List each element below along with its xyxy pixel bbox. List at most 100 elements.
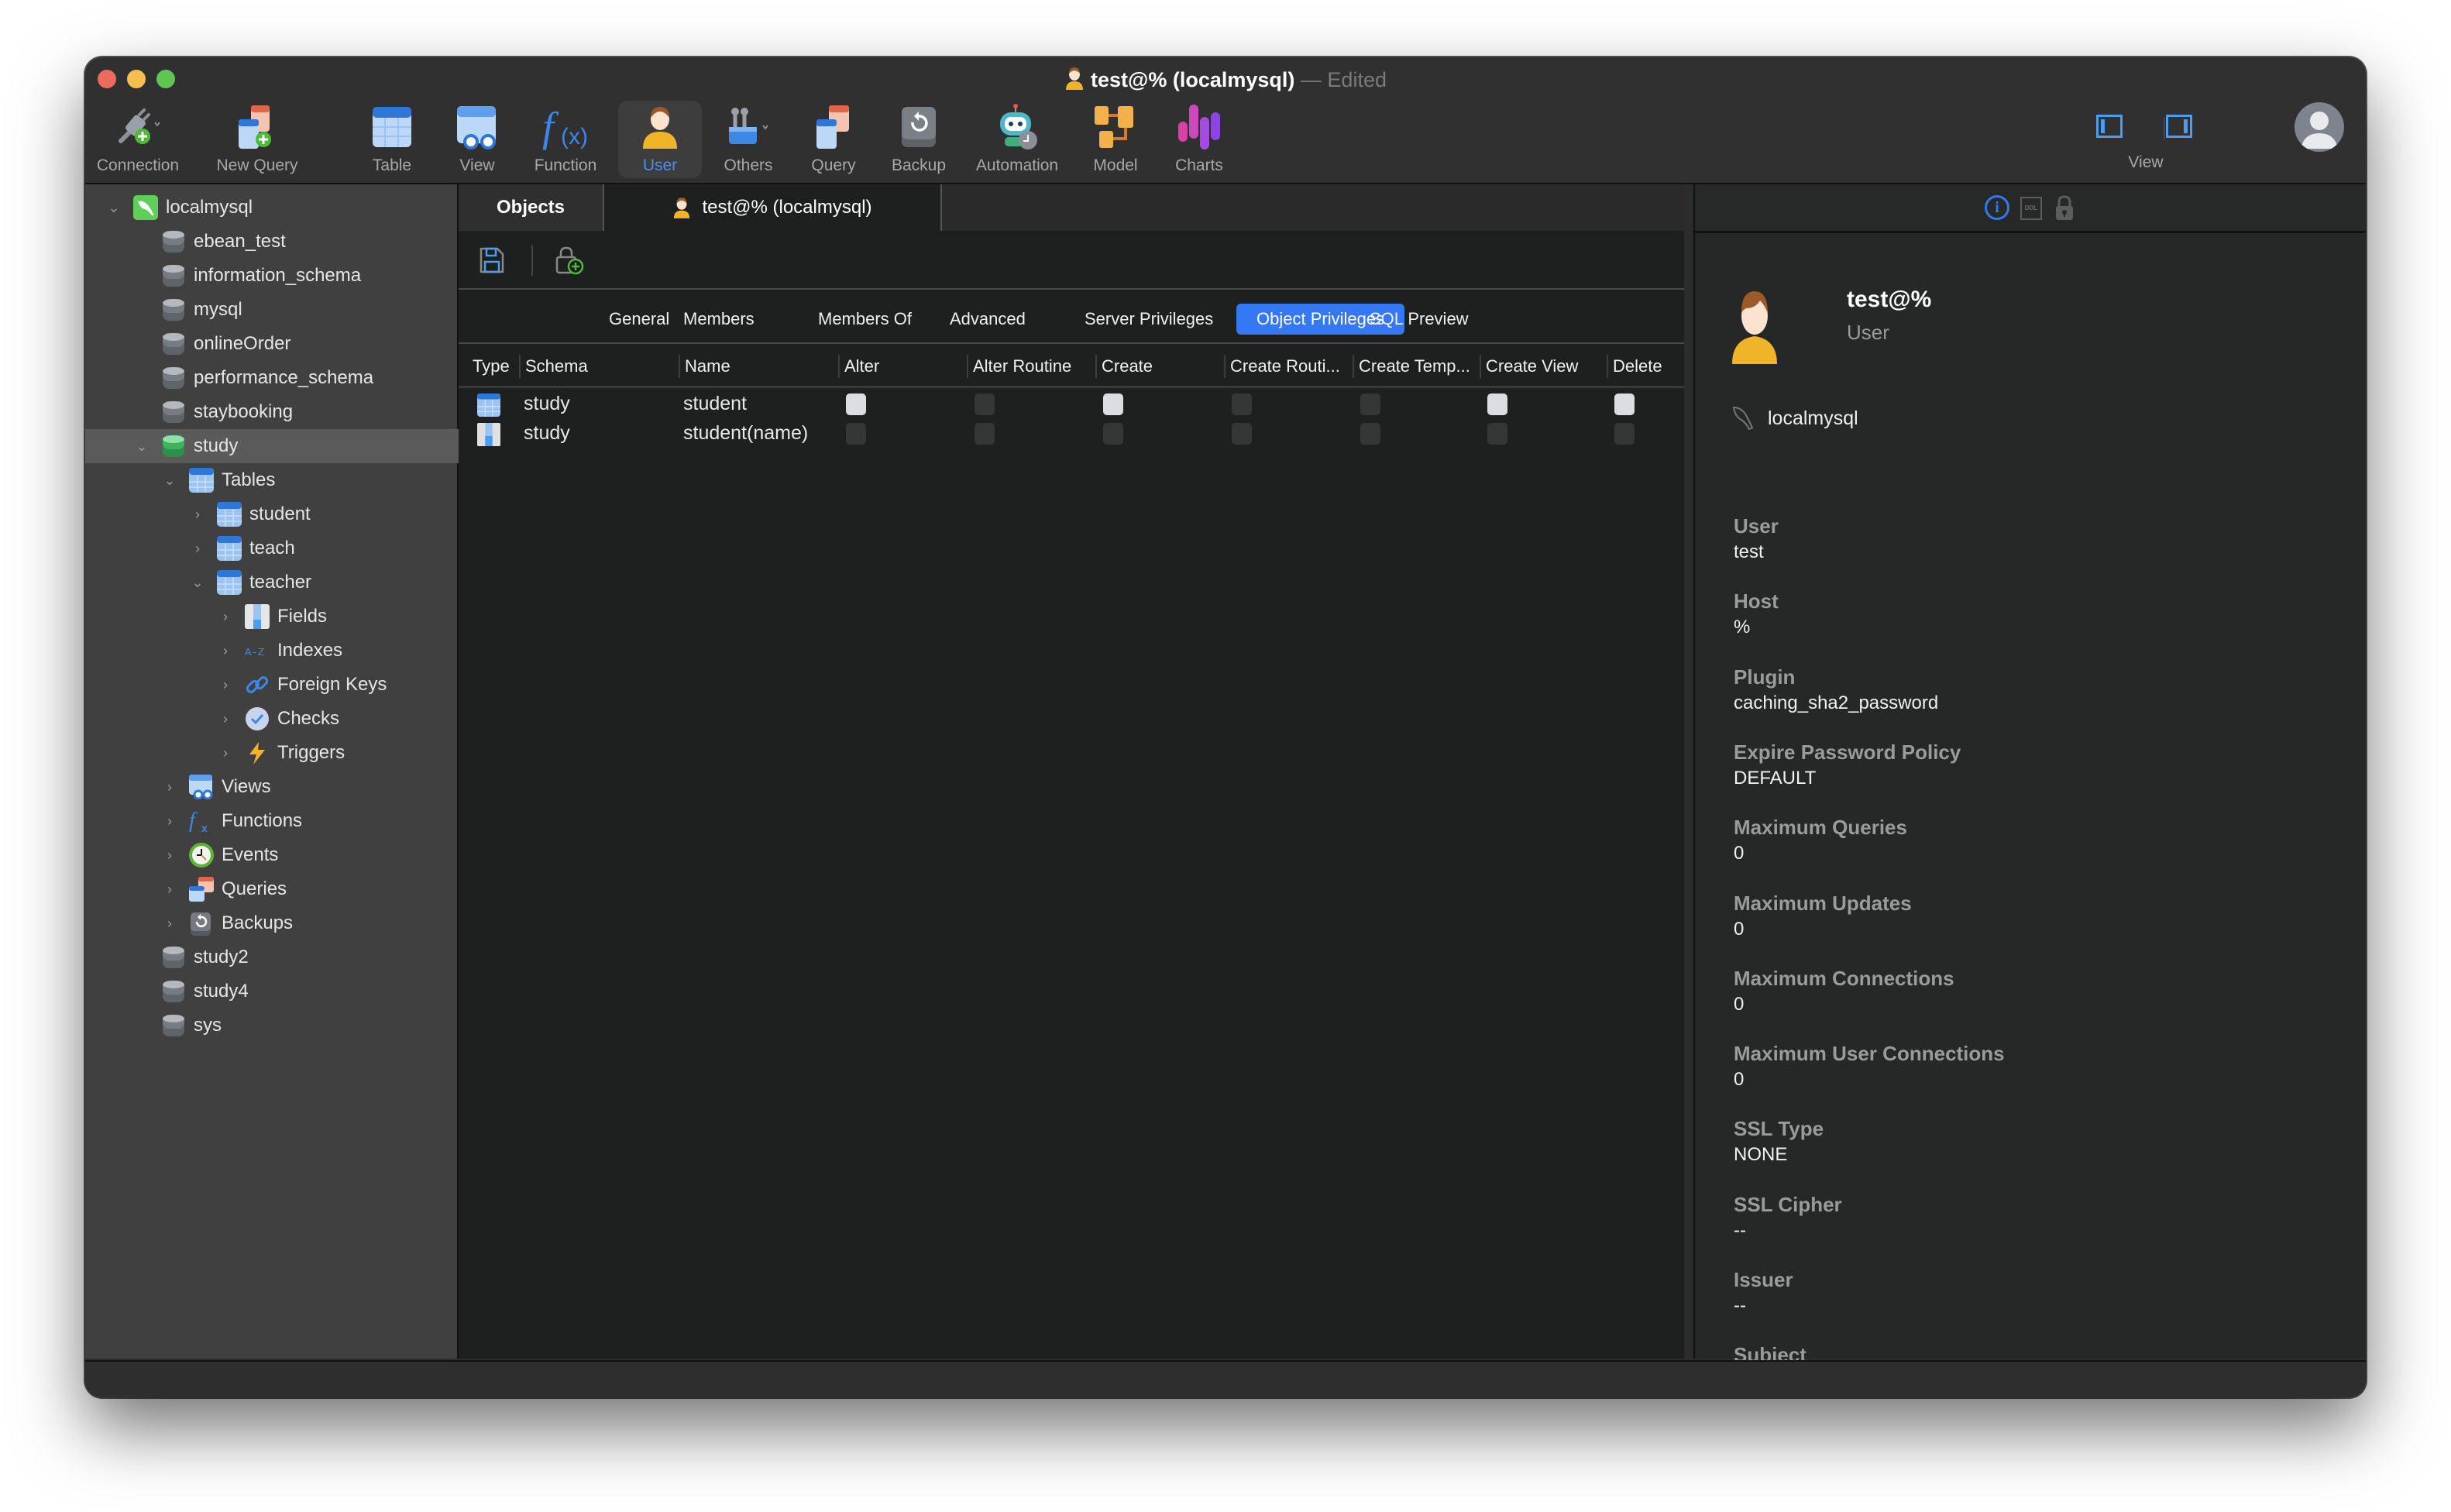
- privilege-checkbox[interactable]: [1232, 393, 1252, 415]
- detail-field: Maximum Connections 0: [1734, 967, 1954, 1015]
- privilege-checkbox[interactable]: [1232, 423, 1252, 445]
- tree-item-database[interactable]: information_schema: [85, 259, 505, 293]
- toolbar-function-button[interactable]: f (x) Function: [527, 101, 604, 178]
- triggers-bolt-icon: [245, 741, 270, 765]
- chevron-down-icon[interactable]: ⌄: [161, 472, 178, 489]
- chevron-right-icon[interactable]: ›: [161, 813, 178, 830]
- toolbar-new-query-button[interactable]: New Query: [209, 101, 305, 178]
- editor-toolbar: [459, 231, 1684, 290]
- column-header[interactable]: Alter: [838, 355, 879, 378]
- privilege-checkbox[interactable]: [1103, 423, 1123, 445]
- privilege-checkbox[interactable]: [1614, 393, 1635, 415]
- privilege-checkbox[interactable]: [1360, 393, 1380, 415]
- chevron-right-icon[interactable]: ›: [161, 881, 178, 898]
- tree-item-database[interactable]: sys: [85, 1009, 505, 1043]
- column-header[interactable]: Name: [679, 355, 730, 378]
- info-icon[interactable]: i: [1985, 195, 2009, 220]
- toolbar-connection-button[interactable]: Connection: [90, 101, 186, 178]
- privilege-checkbox[interactable]: [1103, 393, 1123, 415]
- ddl-icon[interactable]: DDL: [2020, 197, 2042, 220]
- privilege-checkbox[interactable]: [846, 393, 866, 415]
- database-icon: [161, 332, 186, 356]
- tab-user-editor[interactable]: test@% (localmysql): [604, 184, 942, 231]
- chevron-down-icon[interactable]: ⌄: [105, 199, 122, 216]
- chevron-right-icon[interactable]: ›: [217, 676, 234, 693]
- table-row[interactable]: study student: [459, 389, 1684, 418]
- column-header[interactable]: Create Routi...: [1224, 355, 1340, 378]
- privilege-checkbox[interactable]: [975, 393, 995, 415]
- save-button[interactable]: [479, 246, 505, 274]
- chevron-right-icon[interactable]: ›: [217, 710, 234, 727]
- chevron-right-icon[interactable]: ›: [217, 608, 234, 625]
- chevron-right-icon[interactable]: ›: [189, 540, 206, 557]
- schema-cell: study: [524, 422, 570, 444]
- tree-item-localmysql[interactable]: ⌄ localmysql: [85, 191, 477, 225]
- tree-item-database[interactable]: study4: [85, 974, 505, 1009]
- privilege-tab[interactable]: Server Privileges: [1064, 304, 1233, 335]
- chevron-right-icon[interactable]: ›: [217, 744, 234, 761]
- privilege-tabs: General Members Members Of Advanced Server P…: [459, 290, 1684, 344]
- toolbar-model-button[interactable]: Model: [1078, 101, 1153, 178]
- chevron-right-icon[interactable]: ›: [161, 778, 178, 796]
- chevron-down-icon[interactable]: ⌄: [189, 574, 206, 591]
- tree-item-database[interactable]: staybooking: [85, 395, 505, 429]
- person-icon: [2301, 112, 2338, 149]
- column-header[interactable]: Type: [468, 355, 510, 378]
- tree-item-database[interactable]: mysql: [85, 293, 505, 327]
- column-header[interactable]: Create Temp...: [1353, 355, 1470, 378]
- table-row[interactable]: study student(name): [459, 418, 1684, 448]
- privilege-checkbox[interactable]: [975, 423, 995, 445]
- chevron-right-icon[interactable]: ›: [161, 915, 178, 932]
- mysql-dolphin-icon: [1732, 406, 1755, 431]
- chevron-right-icon[interactable]: ›: [217, 642, 234, 659]
- editor-area: Objects test@% (localmysql) General Membe…: [459, 184, 1684, 1359]
- tab-objects[interactable]: Objects: [459, 184, 604, 231]
- privilege-checkbox[interactable]: [1487, 393, 1507, 415]
- toolbar-table-button[interactable]: Table: [356, 101, 428, 178]
- database-icon: [161, 945, 186, 970]
- chevron-down-icon[interactable]: ⌄: [133, 438, 150, 455]
- toolbar-others-button[interactable]: Others: [710, 101, 787, 178]
- column-header[interactable]: Create: [1095, 355, 1153, 378]
- toggle-left-pane-button[interactable]: [2096, 115, 2123, 138]
- privilege-checkbox[interactable]: [1614, 423, 1635, 445]
- toggle-right-pane-button[interactable]: [2166, 115, 2192, 138]
- privilege-checkbox[interactable]: [1487, 423, 1507, 445]
- privilege-tab[interactable]: Members Of: [798, 304, 932, 335]
- toolbar-automation-button[interactable]: Automation: [962, 101, 1072, 178]
- privilege-tab[interactable]: Members: [663, 304, 775, 335]
- account-avatar[interactable]: [2295, 102, 2344, 152]
- tree-item-database[interactable]: performance_schema: [85, 361, 505, 395]
- detail-field: Maximum User Connections 0: [1734, 1042, 2005, 1091]
- detail-field: SSL Type NONE: [1734, 1117, 1824, 1166]
- toolbar-query-button[interactable]: Query: [795, 101, 872, 178]
- lock-icon[interactable]: [2054, 195, 2075, 222]
- chevron-right-icon[interactable]: ›: [161, 847, 178, 864]
- toolbar-backup-button[interactable]: Backup: [880, 101, 957, 178]
- column-header[interactable]: Delete: [1607, 355, 1662, 378]
- detail-value: 0: [1734, 1069, 1745, 1091]
- column-header[interactable]: Schema: [519, 355, 588, 378]
- privilege-tab[interactable]: SQL Preview: [1349, 304, 1489, 335]
- database-icon: [161, 263, 186, 288]
- detail-label: SSL Type: [1734, 1117, 1824, 1141]
- detail-field: SSL Cipher --: [1734, 1193, 1842, 1242]
- privilege-checkbox[interactable]: [846, 423, 866, 445]
- detail-label: Maximum Queries: [1734, 816, 1907, 840]
- privilege-checkbox[interactable]: [1360, 423, 1380, 445]
- tree-item-database[interactable]: onlineOrder: [85, 327, 505, 361]
- privilege-tab[interactable]: Advanced: [930, 304, 1046, 335]
- tree-item-study[interactable]: ⌄ study: [85, 429, 505, 463]
- toolbar-view-button[interactable]: View: [442, 101, 513, 178]
- column-header[interactable]: Alter Routine: [967, 355, 1071, 378]
- detail-label: SSL Cipher: [1734, 1192, 1842, 1216]
- add-privilege-button[interactable]: [555, 246, 586, 276]
- toolbar-user-button[interactable]: User: [618, 101, 702, 178]
- tree-item-database[interactable]: study2: [85, 940, 505, 974]
- toolbar-charts-button[interactable]: Charts: [1162, 101, 1236, 178]
- column-header[interactable]: Create View: [1480, 355, 1578, 378]
- chevron-right-icon[interactable]: ›: [189, 506, 206, 523]
- views-icon: [189, 775, 214, 799]
- tree-item-database[interactable]: ebean_test: [85, 225, 505, 259]
- detail-field: User test: [1734, 514, 1779, 563]
